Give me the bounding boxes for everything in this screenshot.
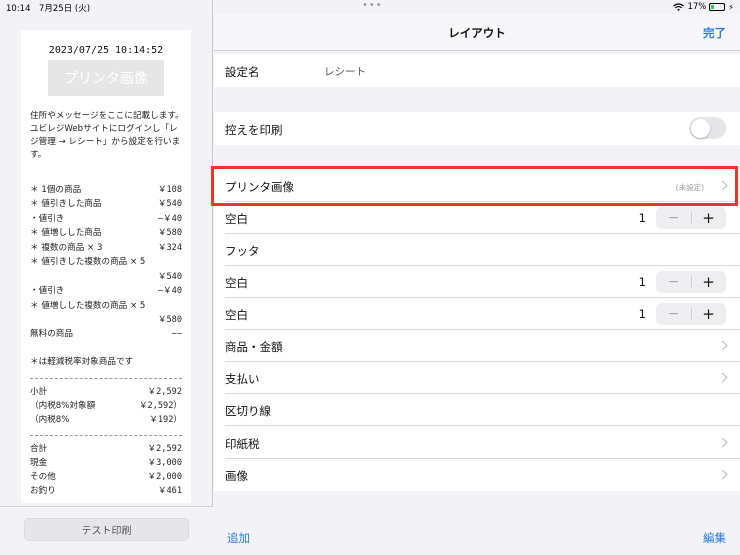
receipt-line: 現金 ￥3,000 <box>30 458 182 468</box>
receipt-preview: 2023/07/25 10:14:52 プリンタ画像 住所やメッセージをここに記… <box>21 30 191 503</box>
receipt-line: その他 ￥2,000 <box>30 472 182 482</box>
chevron-right-icon <box>717 372 728 383</box>
receipt-line: ￥580 <box>157 315 182 325</box>
layout-row-image[interactable]: 画像 <box>214 459 740 491</box>
receipt-preview-pane: 10:14 7月25日 (火) 2023/07/25 10:14:52 プリンタ… <box>0 0 213 555</box>
minus-icon[interactable]: − <box>656 207 691 229</box>
receipt-datetime: 2023/07/25 10:14:52 <box>48 45 164 56</box>
multitasking-dots-icon[interactable]: ••• <box>362 0 383 11</box>
layout-row-blank: 空白 1 − + <box>214 298 740 330</box>
layout-row-footer[interactable]: フッタ <box>214 234 740 266</box>
receipt-line: （内税8%対象額 ￥2,592） <box>30 401 182 411</box>
blank-count: 1 <box>638 275 646 289</box>
receipt-line: ＊ 値引きした商品 ￥540 <box>30 199 182 209</box>
receipt-line: ・値引き −￥40 <box>30 286 182 296</box>
row-label: 区切り線 <box>225 404 271 418</box>
setting-name-label: 設定名 <box>225 65 260 79</box>
layout-row-payment[interactable]: 支払い <box>214 362 740 394</box>
receipt-message: 住所やメッセージをここに記載します。 ユビレジWebサイトにログインし「レジ管理… <box>30 111 184 160</box>
setting-name-row[interactable]: 設定名 レシート <box>214 54 740 87</box>
bottom-toolbar: 追加 編集 <box>214 518 740 555</box>
layout-row-stamp-duty[interactable]: 印紙税 <box>214 426 740 459</box>
minus-icon[interactable]: − <box>656 303 691 325</box>
receipt-line: ￥540 <box>157 272 182 282</box>
receipt-line: 小計 ￥2,592 <box>30 387 182 397</box>
layout-row-blank: 空白 1 − + <box>214 202 740 234</box>
test-print-bar: テスト印刷 <box>0 506 213 555</box>
row-label: 画像 <box>225 469 248 483</box>
receipt-line: 無料の商品 −− <box>30 329 182 339</box>
receipt-separator <box>30 435 182 436</box>
chevron-right-icon <box>717 340 728 351</box>
add-button[interactable]: 追加 <box>227 530 250 546</box>
layout-row-items-amounts[interactable]: 商品・金額 <box>214 330 740 362</box>
battery-percent: 17% <box>687 2 707 12</box>
copy-print-label: 控えを印刷 <box>225 123 283 137</box>
receipt-line: ＊ 複数の商品 × 3 ￥324 <box>30 243 182 253</box>
charging-icon: ⚡ <box>728 2 734 12</box>
plus-icon[interactable]: + <box>691 207 726 229</box>
row-label: 空白 <box>225 276 248 290</box>
row-label: 支払い <box>225 372 260 386</box>
blank-stepper: − + <box>656 303 726 325</box>
copy-print-row: 控えを印刷 <box>214 112 740 145</box>
plus-icon[interactable]: + <box>691 271 726 293</box>
wifi-icon <box>673 3 685 11</box>
navigation-bar: レイアウト 完了 <box>214 14 740 51</box>
blank-count: 1 <box>638 307 646 321</box>
receipt-line: 合計 ￥2,592 <box>30 444 182 454</box>
receipt-line: ＊ 値引きした複数の商品 × 5 <box>30 257 146 267</box>
plus-icon[interactable]: + <box>691 303 726 325</box>
row-label: 商品・金額 <box>225 340 283 354</box>
receipt-line: ＊ 1個の商品 ￥108 <box>30 185 182 195</box>
chevron-right-icon <box>717 437 728 448</box>
layout-row-blank: 空白 1 − + <box>214 266 740 298</box>
edit-button[interactable]: 編集 <box>703 530 726 546</box>
receipt-line: ＊ 値増しした複数の商品 × 5 <box>30 301 146 311</box>
done-button[interactable]: 完了 <box>703 25 726 41</box>
chevron-right-icon <box>717 469 728 480</box>
receipt-line: お釣り ￥461 <box>30 486 182 496</box>
receipt-separator <box>30 378 182 379</box>
copy-print-toggle[interactable] <box>689 117 726 139</box>
test-print-button[interactable]: テスト印刷 <box>24 518 189 541</box>
layout-settings-pane: ••• 17% ⚡ レイアウト 完了 設定名 レシート 控えを印刷 プリンタ画像… <box>214 0 740 555</box>
status-time-date: 10:14 7月25日 (火) <box>6 4 91 14</box>
receipt-tax-note: ＊は軽減税率対象商品です <box>30 357 134 367</box>
receipt-line: （内税8% ￥192） <box>30 415 182 425</box>
status-indicators: 17% ⚡ <box>673 2 734 12</box>
receipt-line: ＊ 値増しした商品 ￥580 <box>30 228 182 238</box>
setting-name-field[interactable]: レシート <box>324 64 366 79</box>
receipt-printer-image-placeholder: プリンタ画像 <box>48 60 164 96</box>
toggle-knob <box>690 118 710 138</box>
blank-stepper: − + <box>656 271 726 293</box>
row-label: フッタ <box>225 244 260 258</box>
row-label: 印紙税 <box>225 437 260 451</box>
minus-icon[interactable]: − <box>656 271 691 293</box>
receipt-line: ・値引き −￥40 <box>30 214 182 224</box>
layout-row-separator-line[interactable]: 区切り線 <box>214 394 740 426</box>
battery-icon <box>709 3 726 11</box>
blank-count: 1 <box>638 211 646 225</box>
row-label: 空白 <box>225 308 248 322</box>
page-title: レイアウト <box>448 26 506 40</box>
blank-stepper: − + <box>656 207 726 229</box>
row-label: 空白 <box>225 212 248 226</box>
printer-image-highlight-box <box>211 166 738 206</box>
